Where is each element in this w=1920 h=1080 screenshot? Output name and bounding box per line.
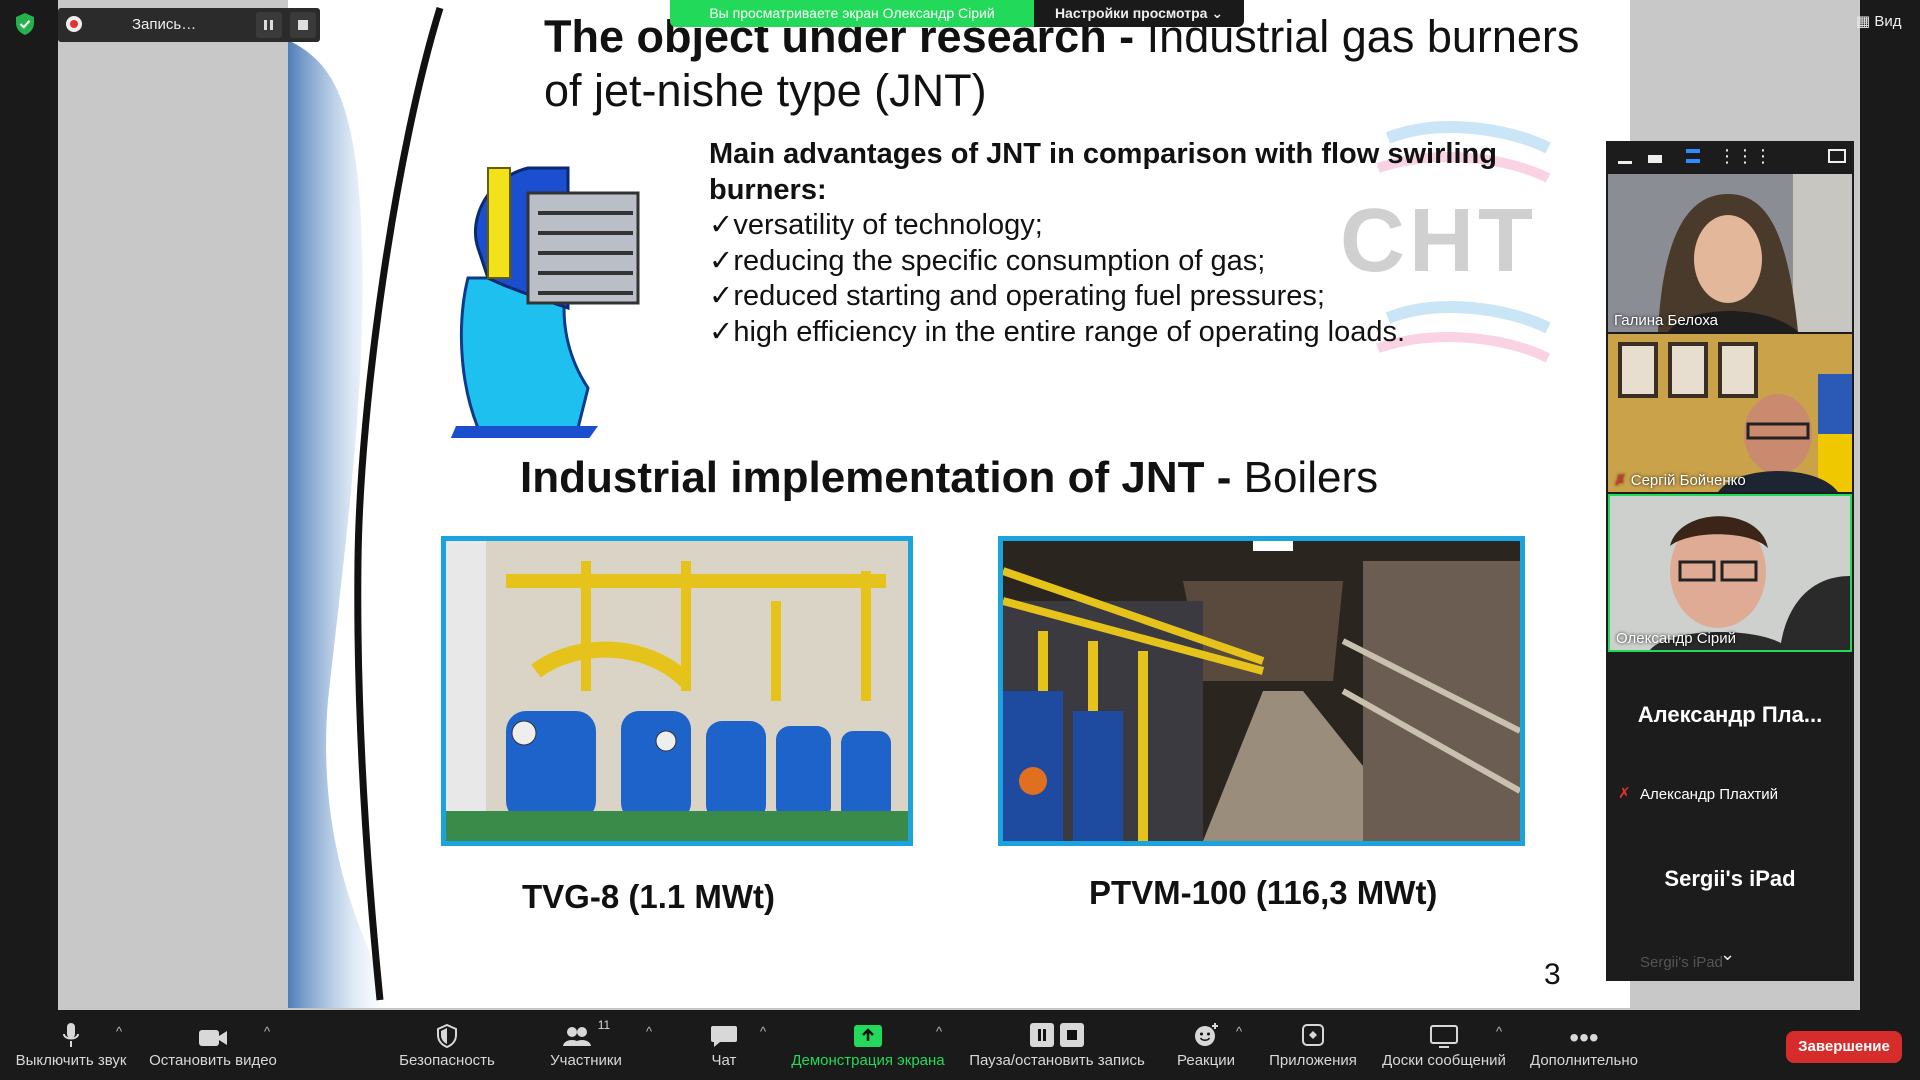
- participant-tile-no-video[interactable]: Sergii's iPad Sergii's iPad ⌄: [1608, 816, 1852, 976]
- participant-name: Sergii's iPad: [1640, 954, 1723, 971]
- chat-button[interactable]: Чат: [696, 1010, 752, 1080]
- security-button[interactable]: Безопасность: [392, 1010, 502, 1080]
- pause-stop-recording-button[interactable]: Пауза/остановить запись: [966, 1010, 1148, 1080]
- implementation-heading-bold: Industrial implementation of JNT -: [520, 453, 1232, 502]
- share-options-caret[interactable]: ^: [936, 1024, 942, 1039]
- shield-icon: [437, 1024, 457, 1048]
- shared-slide: The object under research - Industrial g…: [288, 0, 1630, 1008]
- more-icon: •••: [1569, 1022, 1599, 1053]
- meeting-toolbar: Выключить звук ^ Остановить видео ^ Безо…: [0, 1010, 1920, 1080]
- screen-share-banner: Вы просматриваете экран Олександр Сірий …: [670, 0, 1244, 27]
- participants-button[interactable]: 11 Участники: [538, 1010, 634, 1080]
- video-options-caret[interactable]: ^: [264, 1024, 270, 1039]
- whiteboards-options-caret[interactable]: ^: [1496, 1024, 1502, 1039]
- recording-controls-icon: [1030, 1023, 1084, 1047]
- speaker-view-icon[interactable]: [1648, 155, 1662, 163]
- smile-icon: [1195, 1023, 1218, 1046]
- participant-display-name: Sergii's iPad: [1664, 866, 1796, 891]
- view-options-button[interactable]: Настройки просмотра ⌄: [1034, 0, 1244, 27]
- implementation-heading-rest: Boilers: [1231, 453, 1379, 502]
- participant-tile-active[interactable]: Олександр Сірий: [1608, 494, 1852, 652]
- participant-name: Олександр Сірий: [1616, 630, 1736, 647]
- advantages-heading: Main advantages of JNT in comparison wit…: [709, 138, 1497, 206]
- share-screen-icon: [854, 1025, 882, 1047]
- participant-tile-no-video[interactable]: Александр Пла... Александр Плахтий ✗: [1608, 654, 1852, 814]
- reactions-options-caret[interactable]: ^: [1236, 1024, 1242, 1039]
- recording-bar: Запись…: [58, 8, 320, 42]
- reactions-button[interactable]: Реакции: [1168, 1010, 1244, 1080]
- muted-mic-icon: ✗: [1618, 785, 1631, 802]
- share-screen-button[interactable]: Демонстрация экрана: [788, 1010, 948, 1080]
- participants-count: 11: [597, 1018, 611, 1032]
- advantage-item: ✓reducing the specific consumption of ga…: [709, 244, 1266, 277]
- view-button[interactable]: ▦ Вид: [1856, 10, 1902, 34]
- microphone-icon: [63, 1023, 79, 1047]
- panel-header: ⋮⋮⋮: [1606, 141, 1854, 173]
- participant-display-name: Александр Пла...: [1637, 702, 1823, 727]
- muted-mic-icon: ✗: [1614, 472, 1627, 489]
- share-banner-text: Вы просматриваете экран Олександр Сірий: [670, 0, 1034, 27]
- view-button-label: Вид: [1874, 13, 1902, 30]
- slide-page-number: 3: [1544, 958, 1561, 991]
- caption-ptvm100: PTVM-100 (116,3 MWt): [1089, 874, 1438, 911]
- boiler-photo-ptvm100: [998, 536, 1525, 846]
- strip-view-icon[interactable]: [1686, 149, 1700, 163]
- chevron-down-icon: ⌄: [1211, 5, 1224, 21]
- stop-video-button[interactable]: Остановить видео: [146, 1010, 280, 1080]
- participants-options-caret[interactable]: ^: [646, 1024, 652, 1039]
- implementation-heading: Industrial implementation of JNT - Boile…: [520, 453, 1378, 503]
- view-options-label: Настройки просмотра: [1054, 5, 1208, 21]
- encryption-shield-icon[interactable]: [14, 12, 36, 36]
- camera-icon: [199, 1030, 227, 1046]
- participant-tile[interactable]: Галина Белоха: [1608, 174, 1852, 332]
- recording-label: Запись…: [132, 16, 197, 33]
- stop-recording-button[interactable]: [290, 12, 316, 38]
- apps-icon: [1302, 1024, 1324, 1046]
- participants-video-panel: ⋮⋮⋮ Галина Белоха ✗ Сергій Бойченко Олек…: [1606, 141, 1854, 981]
- jnt-burner-illustration: [450, 166, 640, 438]
- advantage-item: ✓high efficiency in the entire range of …: [709, 315, 1406, 348]
- slide-decoration-swoosh: [288, 6, 444, 1008]
- participant-name: Галина Белоха: [1614, 312, 1719, 329]
- end-meeting-button[interactable]: Завершение: [1786, 1031, 1902, 1063]
- audio-options-caret[interactable]: ^: [116, 1024, 122, 1039]
- chat-icon: [711, 1026, 737, 1047]
- advantage-item: ✓reduced starting and operating fuel pre…: [709, 280, 1325, 312]
- mute-button[interactable]: Выключить звук: [10, 1010, 132, 1080]
- participant-name: ✗ Сергій Бойченко: [1614, 472, 1746, 489]
- chat-options-caret[interactable]: ^: [760, 1024, 766, 1039]
- more-button[interactable]: ••• Дополнительно: [1524, 1010, 1644, 1080]
- participant-name: Александр Плахтий: [1640, 786, 1779, 803]
- advantage-item: ✓versatility of technology;: [709, 209, 1043, 241]
- whiteboards-button[interactable]: Доски сообщений: [1374, 1010, 1514, 1080]
- caption-tvg8: TVG-8 (1.1 MWt): [522, 878, 775, 915]
- boiler-photo-tvg8: [441, 536, 913, 846]
- chevron-down-icon[interactable]: ⌄: [1720, 944, 1735, 965]
- participant-tile[interactable]: ✗ Сергій Бойченко: [1608, 334, 1852, 492]
- pause-recording-button[interactable]: [256, 12, 282, 38]
- grid-icon: ▦: [1856, 13, 1871, 30]
- apps-button[interactable]: Приложения: [1264, 1010, 1362, 1080]
- minimize-icon[interactable]: [1618, 161, 1632, 164]
- recording-dot-icon: [66, 16, 82, 32]
- popout-icon[interactable]: [1828, 149, 1846, 163]
- participants-icon: [562, 1027, 591, 1046]
- gallery-view-icon[interactable]: ⋮⋮⋮: [1718, 147, 1772, 165]
- advantages-block: Main advantages of JNT in comparison wit…: [709, 137, 1549, 350]
- whiteboard-icon: [1430, 1025, 1458, 1048]
